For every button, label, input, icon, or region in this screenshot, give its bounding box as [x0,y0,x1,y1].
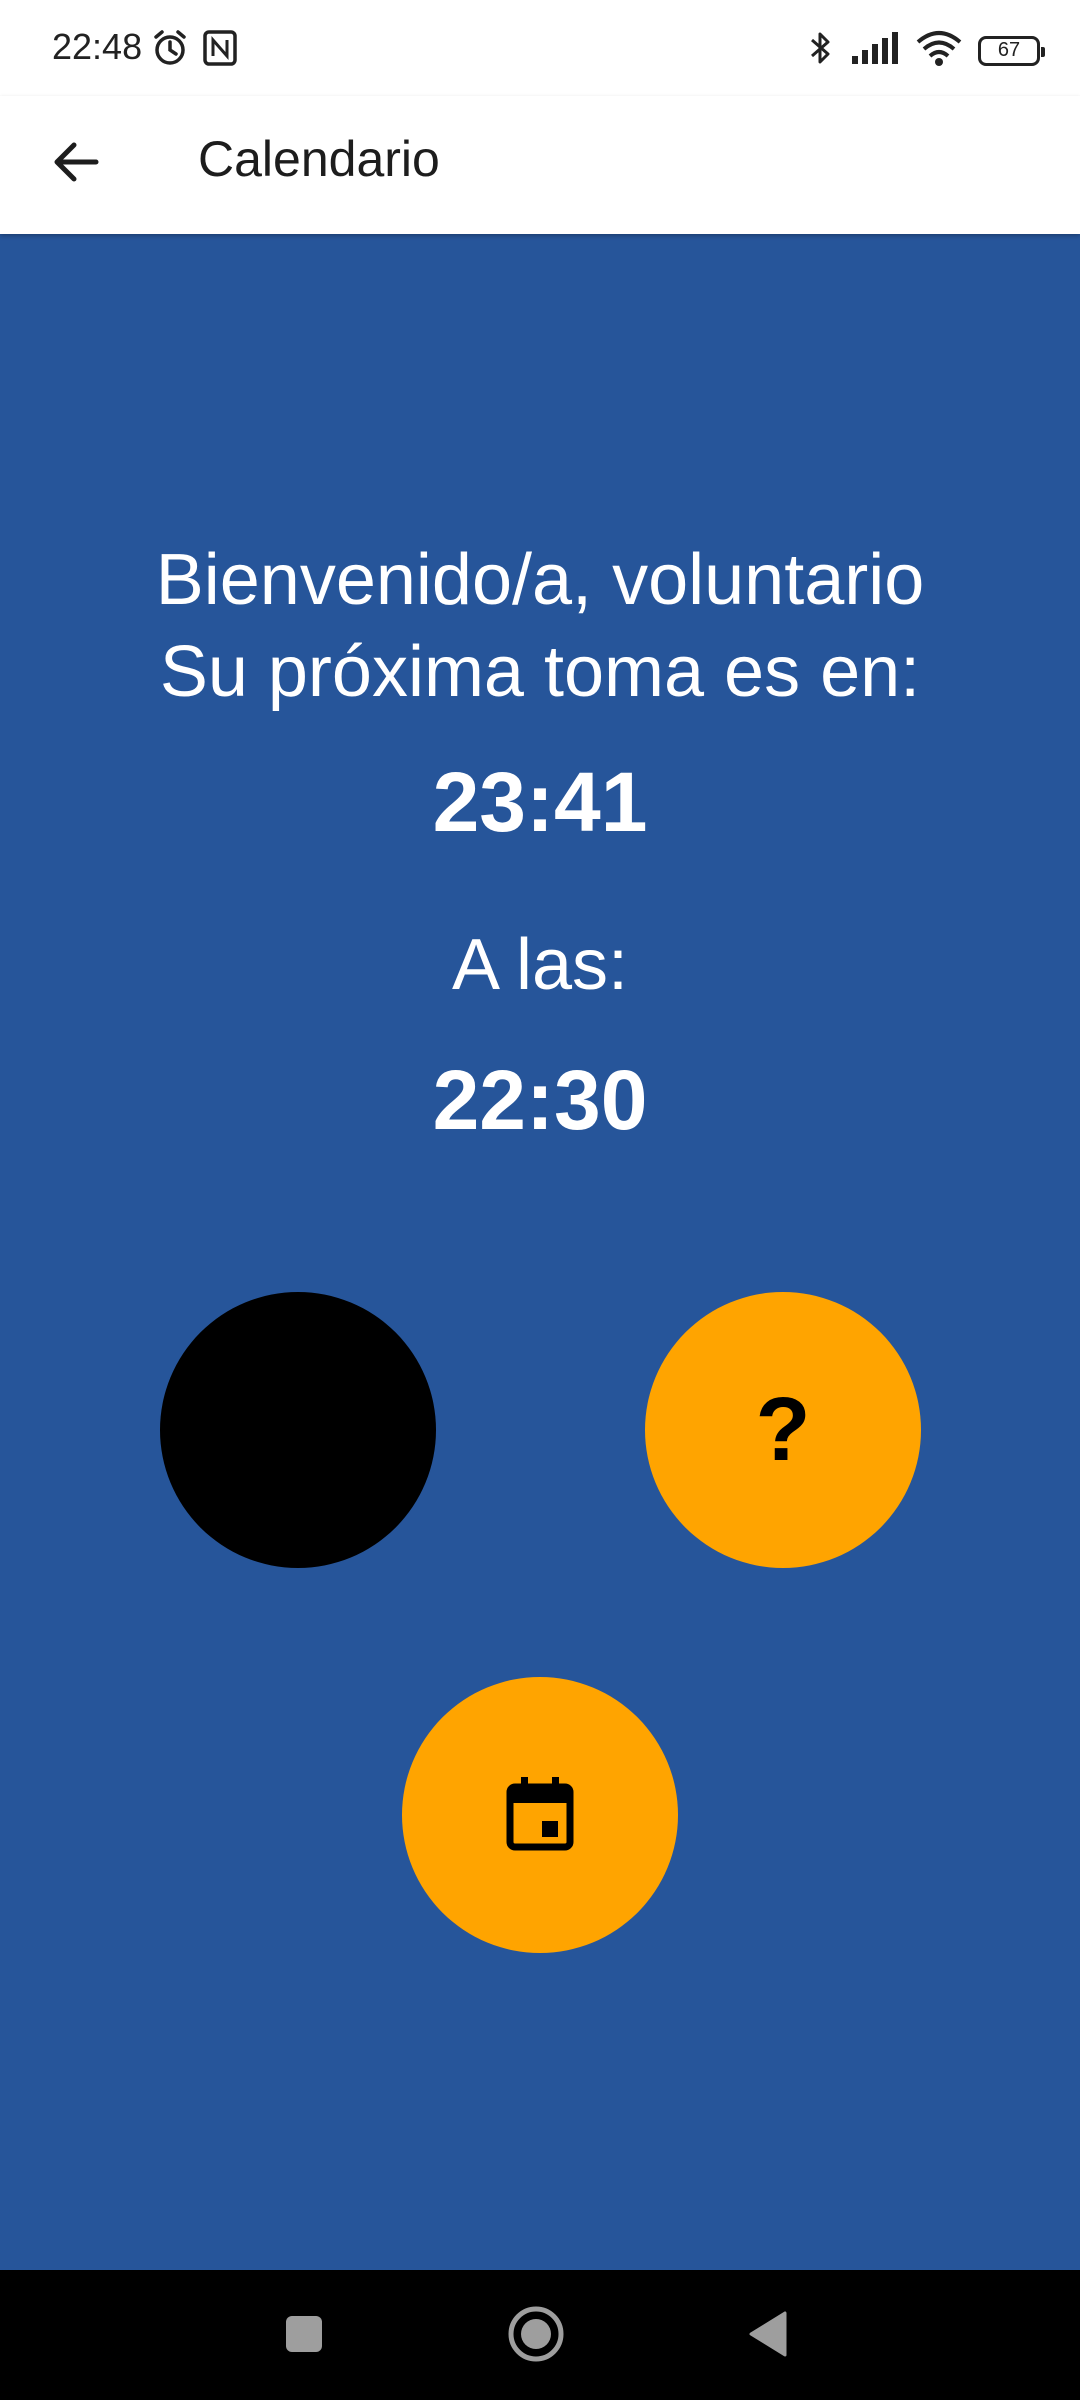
calendar-button[interactable] [402,1677,678,1953]
at-time-label: A las: [451,925,629,1005]
system-nav-bar [0,2270,1080,2400]
home-button[interactable] [500,2300,572,2372]
scheduled-time-value: 22:30 [432,1053,648,1147]
status-time: 22:48 [52,26,143,67]
back-icon [743,2309,793,2364]
nfc-icon [200,28,240,73]
recent-apps-icon [282,2312,326,2361]
status-left-icons [150,28,240,73]
app-bar: Calendario [0,96,1080,234]
recent-apps-button[interactable] [268,2300,340,2372]
greeting: Bienvenido/a, voluntario Su próxima toma… [0,534,1080,718]
status-right-icons: 67 [806,28,1045,73]
countdown-value: 23:41 [432,755,648,849]
greeting-line-welcome: Bienvenido/a, voluntario [155,540,925,620]
page-title: Calendario [198,131,440,187]
home-icon [506,2304,566,2369]
nav-back-button[interactable] [732,2300,804,2372]
bluetooth-icon [806,28,836,73]
arrow-back-icon [48,134,104,195]
help-icon: ? [755,1379,811,1480]
dark-circle-button[interactable] [160,1292,436,1568]
main-content: Bienvenido/a, voluntario Su próxima toma… [0,234,1080,2270]
signal-icon [850,28,900,73]
back-button[interactable] [40,128,112,200]
greeting-line-next-dose: Su próxima toma es en: [159,632,921,712]
battery-level: 67 [997,39,1021,61]
help-button[interactable]: ? [645,1292,921,1568]
alarm-icon [150,28,190,73]
status-bar: 22:48 67 [0,0,1080,96]
wifi-icon [914,28,964,73]
calendar-icon [504,1773,576,1858]
battery-icon: 67 [978,35,1045,66]
